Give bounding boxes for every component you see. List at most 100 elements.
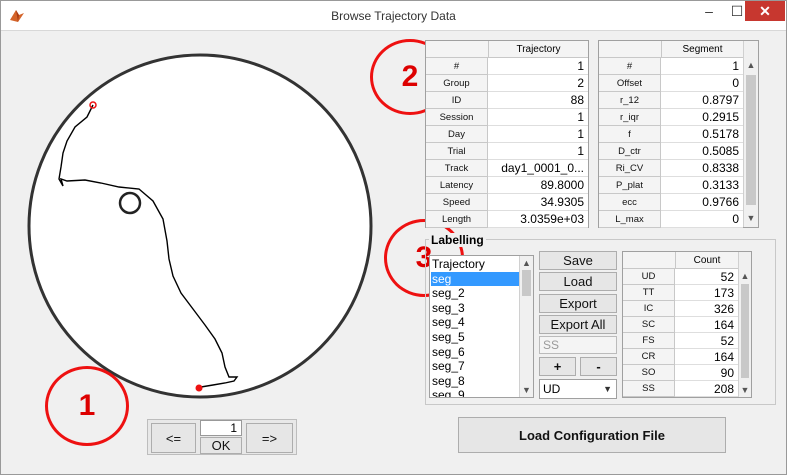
trajectory-row-label: Length: [426, 211, 488, 228]
segment-table-scrollbar[interactable]: ▲ ▼: [743, 41, 758, 227]
trajectory-row-value[interactable]: 1: [488, 58, 588, 75]
export-button[interactable]: Export: [539, 294, 617, 313]
trajectory-plot: [27, 53, 373, 399]
annotation-circle-1: 1: [45, 366, 129, 446]
scroll-up-icon[interactable]: ▲: [520, 256, 533, 270]
trajectory-row-value[interactable]: day1_0001_0...: [488, 160, 588, 177]
trajectory-row-label: Day: [426, 126, 488, 143]
scroll-up-icon[interactable]: ▲: [744, 58, 758, 72]
count-row-label: IC: [623, 301, 675, 317]
trajectory-row-value[interactable]: 89.8000: [488, 177, 588, 194]
trajectory-table: Trajectory #1 Group 2 ID 88 Session 1 Day 1 Trial…: [425, 40, 589, 228]
segment-row-value[interactable]: 0.8338: [661, 160, 743, 177]
segment-row-value[interactable]: 1: [661, 58, 743, 75]
trajectory-row-label: Session: [426, 109, 488, 126]
count-row-label: FS: [623, 333, 675, 349]
segment-row-value[interactable]: 0.5085: [661, 143, 743, 160]
segment-row-value[interactable]: 0.3133: [661, 177, 743, 194]
minimize-button[interactable]: –: [695, 1, 723, 23]
scroll-thumb[interactable]: [746, 75, 756, 205]
segment-row-value[interactable]: 0.5178: [661, 126, 743, 143]
label-list-item[interactable]: Trajectory: [431, 257, 519, 272]
label-list-item[interactable]: seg_4: [431, 315, 519, 330]
scroll-down-icon[interactable]: ▼: [520, 383, 533, 397]
label-list-item[interactable]: seg_7: [431, 359, 519, 374]
trajectory-row-label: Trial: [426, 143, 488, 160]
count-row-label: TT: [623, 285, 675, 301]
scroll-up-icon[interactable]: ▲: [739, 269, 751, 283]
segment-row-label: ecc: [599, 194, 661, 211]
segment-row-label: P_plat: [599, 177, 661, 194]
segment-row-label: L_max: [599, 211, 661, 228]
label-listbox[interactable]: Trajectory seg seg_2 seg_3 seg_4 seg_5 seg_6 se…: [429, 255, 534, 398]
trajectory-row-label: #: [426, 58, 488, 75]
save-button[interactable]: Save: [539, 251, 617, 270]
count-row-label: SC: [623, 317, 675, 333]
trajectory-row-value[interactable]: 1: [488, 109, 588, 126]
label-list-item[interactable]: seg_3: [431, 301, 519, 316]
segment-row-label: Ri_CV: [599, 160, 661, 177]
segment-row-label: D_ctr: [599, 143, 661, 160]
path-end-marker: [195, 384, 203, 392]
trajectory-row-label: Latency: [426, 177, 488, 194]
label-list-item[interactable]: seg_8: [431, 374, 519, 389]
trajectory-row-value[interactable]: 1: [488, 143, 588, 160]
count-row-value[interactable]: 52: [675, 269, 738, 285]
count-table-scrollbar[interactable]: ▲ ▼: [738, 252, 751, 397]
trajectory-row-value[interactable]: 34.9305: [488, 194, 588, 211]
count-row-value[interactable]: 326: [675, 301, 738, 317]
count-row-value[interactable]: 52: [675, 333, 738, 349]
ok-button[interactable]: OK: [200, 437, 242, 454]
close-button[interactable]: ✕: [745, 1, 785, 21]
ss-input[interactable]: SS: [539, 336, 617, 354]
add-label-button[interactable]: +: [539, 357, 576, 376]
label-list-item[interactable]: seg_2: [431, 286, 519, 301]
count-row-label: CR: [623, 349, 675, 365]
segment-row-value[interactable]: 0.8797: [661, 92, 743, 109]
segment-row-label: f: [599, 126, 661, 143]
trajectory-table-corner: [426, 41, 488, 58]
next-button[interactable]: =>: [246, 423, 293, 453]
label-list-item[interactable]: seg: [431, 271, 519, 287]
label-list-item[interactable]: seg_6: [431, 345, 519, 360]
index-input[interactable]: 1: [200, 420, 242, 436]
trajectory-row-value[interactable]: 88: [488, 92, 588, 109]
trajectory-row-value[interactable]: 3.0359e+03: [488, 211, 588, 228]
trajectory-row-label: ID: [426, 92, 488, 109]
scroll-thumb[interactable]: [741, 284, 749, 378]
load-configuration-button[interactable]: Load Configuration File: [458, 417, 726, 453]
count-row-value[interactable]: 164: [675, 317, 738, 333]
load-button[interactable]: Load: [539, 272, 617, 291]
trajectory-row-value[interactable]: 2: [488, 75, 588, 92]
listbox-scrollbar[interactable]: ▲ ▼: [519, 256, 533, 397]
scroll-down-icon[interactable]: ▼: [744, 211, 758, 225]
count-row-value[interactable]: 173: [675, 285, 738, 301]
scroll-thumb[interactable]: [522, 270, 531, 296]
segment-row-value[interactable]: 0: [661, 211, 743, 228]
segment-table-corner: [599, 41, 661, 58]
count-row-value[interactable]: 208: [675, 381, 738, 397]
count-row-value[interactable]: 90: [675, 365, 738, 381]
segment-table-header: Segment: [661, 41, 743, 58]
count-table-corner: [623, 252, 675, 269]
labelling-title: Labelling: [429, 233, 486, 247]
count-table-header: Count: [675, 252, 738, 269]
label-list-item[interactable]: seg_5: [431, 330, 519, 345]
remove-label-button[interactable]: -: [580, 357, 617, 376]
segment-row-value[interactable]: 0.9766: [661, 194, 743, 211]
scroll-down-icon[interactable]: ▼: [739, 383, 751, 397]
trajectory-row-value[interactable]: 1: [488, 126, 588, 143]
category-select[interactable]: UD ▼: [539, 379, 617, 399]
title-bar: Browse Trajectory Data – ☐ ✕: [1, 1, 786, 31]
segment-row-value[interactable]: 0: [661, 75, 743, 92]
prev-button[interactable]: <=: [151, 423, 196, 453]
segment-row-label: r_iqr: [599, 109, 661, 126]
segment-row-value[interactable]: 0.2915: [661, 109, 743, 126]
segment-row-label: Offset: [599, 75, 661, 92]
trajectory-row-label: Speed: [426, 194, 488, 211]
count-row-value[interactable]: 164: [675, 349, 738, 365]
segment-row-label: #: [599, 58, 661, 75]
label-list-item[interactable]: seg_9: [431, 388, 519, 397]
trajectory-table-header: Trajectory: [488, 41, 588, 58]
export-all-button[interactable]: Export All: [539, 315, 617, 334]
